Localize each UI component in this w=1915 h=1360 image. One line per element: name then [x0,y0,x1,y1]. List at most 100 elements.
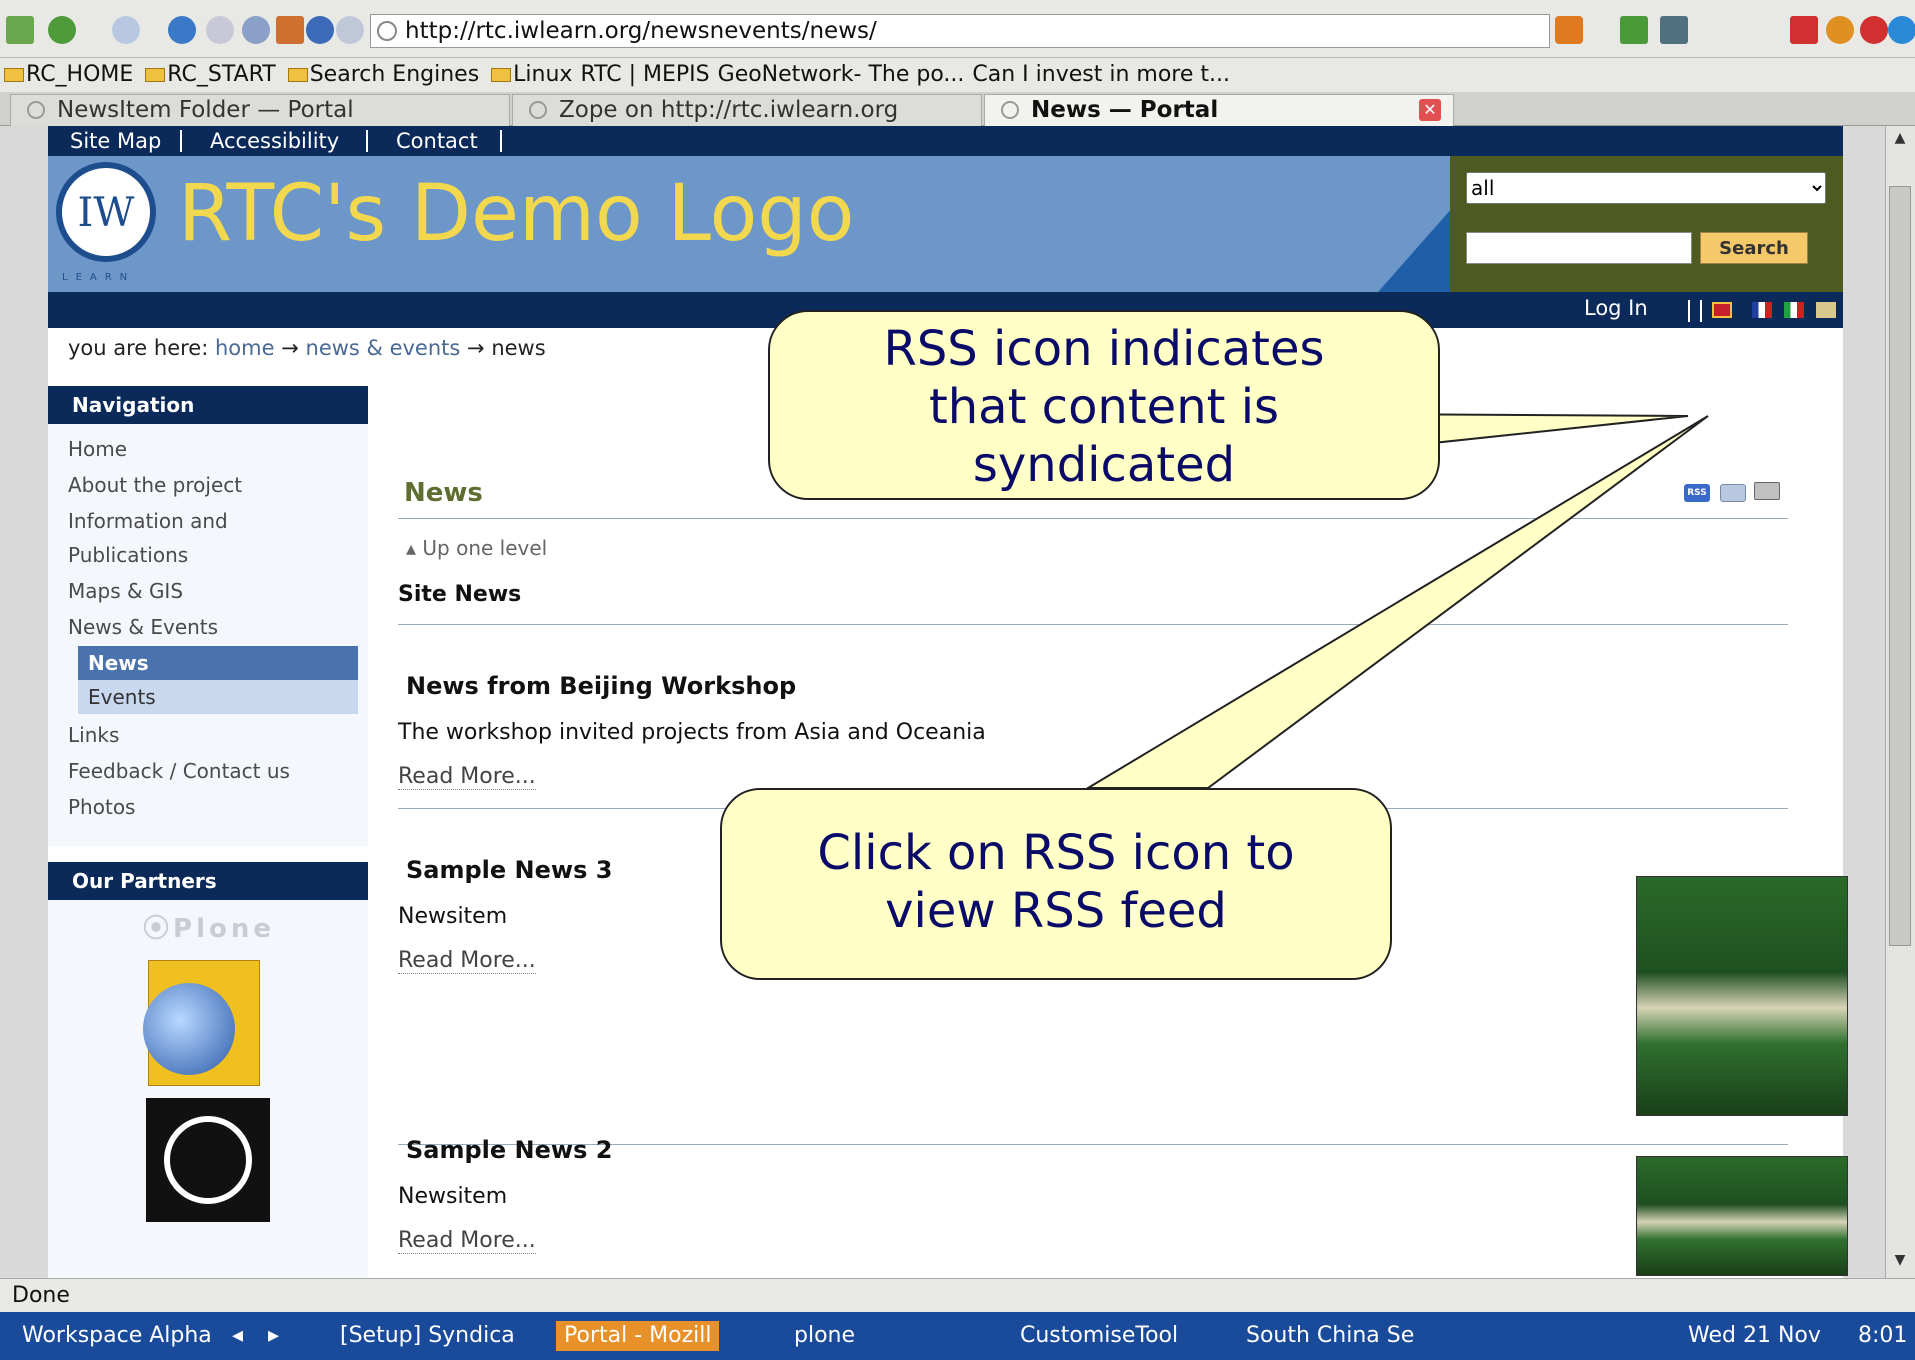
nav-publications[interactable]: Publications [68,538,188,572]
partners-title: Our Partners [48,862,368,900]
nav-photos[interactable]: Photos [68,790,135,824]
forward-icon[interactable] [112,16,140,44]
skype-icon[interactable] [1888,16,1915,44]
task-south-china-sea[interactable]: South China Se [1246,1321,1414,1351]
bookmark-link[interactable]: RTC | MEPIS [580,58,709,92]
print-icon[interactable] [1754,482,1780,500]
nav-information[interactable]: Information and [68,504,228,538]
rss-icon[interactable]: RSS [1684,484,1710,502]
url-text: http://rtc.iwlearn.org/newsnevents/news/ [405,18,877,44]
news-photo[interactable] [1636,876,1848,1116]
bookmark-folder[interactable]: Search Engines [284,58,479,92]
separator [366,130,368,152]
up-one-level-link[interactable]: ▴ Up one level [406,536,547,560]
contact-link[interactable]: Contact [396,126,478,156]
news-item-title[interactable]: News from Beijing Workshop [406,672,796,700]
taskbar-time: 8:01 [1858,1323,1908,1348]
close-tab-icon[interactable]: ✕ [1419,99,1441,121]
scroll-thumb[interactable] [1889,186,1911,946]
search-input[interactable] [1466,232,1692,264]
scroll-down-icon[interactable]: ▼ [1891,1252,1909,1270]
tab-news-portal[interactable]: News — Portal ✕ [984,94,1454,126]
search-button[interactable]: Search [1700,232,1808,264]
bookmark-icon[interactable] [306,16,334,44]
search-box: all Search [1450,156,1843,292]
nav-news-events[interactable]: News & Events [68,610,218,644]
stop-icon[interactable] [206,16,234,44]
nav-links[interactable]: Links [68,718,119,752]
send-to-icon[interactable] [1720,484,1746,502]
task-portal-mozilla[interactable]: Portal - Mozill [556,1321,720,1351]
tab-newsitem-folder[interactable]: NewsItem Folder — Portal [10,94,510,126]
iw-logo[interactable]: IW [56,162,156,262]
task-plone[interactable]: plone [794,1321,855,1351]
nav-home[interactable]: Home [68,432,127,466]
nav-about[interactable]: About the project [68,468,242,502]
nav-feedback[interactable]: Feedback / Contact us [68,754,290,788]
read-more-link[interactable]: Read More... [398,948,536,974]
taskbar: Workspace Alpha ◂ ▸ [Setup] Syndica Port… [0,1312,1915,1360]
home-icon[interactable] [276,16,304,44]
url-bar[interactable]: http://rtc.iwlearn.org/newsnevents/news/ [370,14,1550,48]
navigation-portlet: Navigation Home About the project Inform… [48,386,368,846]
breadcrumb-home[interactable]: home [215,336,275,360]
plone-logo[interactable]: ⦿Plone [143,908,275,945]
back-icon[interactable] [48,16,76,44]
separator [500,130,502,152]
history-icon[interactable] [242,16,270,44]
up-arrow-icon: ▴ [406,536,417,560]
separator [180,130,182,152]
nav-maps-gis[interactable]: Maps & GIS [68,574,183,608]
flag-english-icon[interactable] [1712,302,1732,318]
breadcrumb-news-events[interactable]: news & events [306,336,461,360]
tab-zope[interactable]: Zope on http://rtc.iwlearn.org [512,94,982,126]
vertical-scrollbar[interactable]: ▲ ▼ [1885,126,1915,1278]
navigation-title: Navigation [48,386,368,424]
bookmark-folder[interactable]: RC_START [141,58,276,92]
nav-events[interactable]: Events [78,680,358,714]
read-more-link[interactable]: Read More... [398,1228,536,1254]
bookmark-link[interactable]: Can I invest in more t... [972,58,1230,92]
feed-icon[interactable] [1555,16,1583,44]
divider [398,518,1788,519]
separator [1688,300,1690,322]
flag-italian-icon[interactable] [1784,302,1804,318]
separator [1700,300,1702,322]
bookmark-folder[interactable]: RC_HOME [0,58,133,92]
scroll-up-icon[interactable]: ▲ [1891,130,1909,148]
play-icon[interactable] [1620,16,1648,44]
divider [398,624,1788,625]
reload-icon[interactable] [168,16,196,44]
section-heading: Site News [398,582,522,607]
world-bank-logo[interactable] [146,1098,270,1222]
vote-icon[interactable] [1860,16,1888,44]
site-map-link[interactable]: Site Map [70,126,161,156]
gmail-icon[interactable] [1790,16,1818,44]
site-logo-text: RTC's Demo Logo [178,169,855,259]
task-customise-tool[interactable]: CustomiseTool [1020,1321,1178,1351]
nav-news[interactable]: News [78,646,358,680]
news-photo[interactable] [1636,1156,1848,1276]
bookmark-folder[interactable]: Linux [487,58,572,92]
news-item-description: The workshop invited projects from Asia … [398,720,986,745]
flag-french-icon[interactable] [1752,302,1772,318]
news-item-title[interactable]: Sample News 3 [406,856,612,884]
new-tab-icon[interactable] [6,16,34,44]
search-icon[interactable] [336,16,364,44]
workspace-label[interactable]: Workspace Alpha [22,1321,212,1351]
globe-document-icon[interactable] [143,960,260,1086]
flag-other-icon[interactable] [1816,302,1836,318]
login-link[interactable]: Log In [1584,296,1648,320]
read-more-link[interactable]: Read More... [398,764,536,790]
search-scope-select[interactable]: all [1466,172,1826,204]
task-setup-syndication[interactable]: [Setup] Syndica [340,1321,515,1351]
accessibility-link[interactable]: Accessibility [210,126,339,156]
callout-rss-syndicated: RSS icon indicates that content is syndi… [768,310,1440,500]
taskbar-next-icon[interactable]: ▸ [268,1321,279,1351]
addon-icon[interactable] [1826,16,1854,44]
news-item-title[interactable]: Sample News 2 [406,1136,612,1164]
page-icon [1001,101,1019,119]
taskbar-prev-icon[interactable]: ◂ [232,1321,243,1351]
bookmark-link[interactable]: GeoNetwork- The po... [718,58,965,92]
screenshot-icon[interactable] [1660,16,1688,44]
